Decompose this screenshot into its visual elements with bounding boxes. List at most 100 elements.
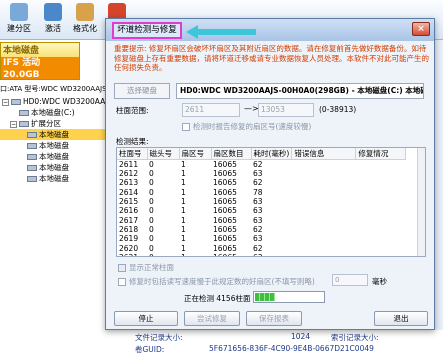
disk-graphic-line3: 20.0GB (3, 70, 40, 80)
table-cell: 0 (149, 234, 154, 244)
table-cell: 1 (181, 206, 186, 216)
results-table-container[interactable]: 柱面号 磁头号 扇区号 扇区数目 耗时(毫秒) 错误信息 修复情况 2611 0 1 16065 6… (116, 147, 426, 257)
select-disk-button[interactable]: 选择硬盘 (114, 83, 170, 99)
table-row[interactable]: 2615 0 1 16065 63 (117, 197, 406, 206)
stop-button[interactable]: 停止 (114, 311, 178, 326)
results-scrollbar[interactable] (417, 148, 425, 256)
disk-icon (27, 176, 37, 182)
table-cell: 1 (181, 197, 186, 207)
scan-status-text: 正在检测 4156柱面 (184, 294, 251, 303)
table-cell: 63 (253, 169, 263, 179)
table-cell: 2615 (119, 197, 139, 207)
table-cell: 0 (149, 206, 154, 216)
table-cell: 1 (181, 169, 186, 179)
column-header[interactable]: 磁头号 (147, 148, 180, 160)
tree-item[interactable]: − 扩展分区 (0, 118, 113, 129)
disk-partition-graphic[interactable]: 本地磁盘 IFS 活动 20.0GB (0, 42, 80, 80)
table-cell: 16065 (213, 234, 237, 244)
table-row[interactable]: 2612 0 1 16065 63 (117, 169, 406, 178)
toolbar-format-button[interactable]: 格式化 (68, 2, 102, 38)
expander-icon[interactable]: − (2, 98, 9, 106)
tree-item-label: 本地磁盘 (39, 152, 69, 161)
warning-notice: 重要提示: 修复坏扇区会破坏坏扇区及其附近扇区的数据。请在修复前首先做好数据备份… (114, 44, 429, 72)
toolbar-activate-button[interactable]: 激活 (36, 2, 70, 38)
exit-button[interactable]: 退出 (374, 311, 428, 326)
table-row[interactable]: 2619 0 1 16065 63 (117, 234, 406, 243)
milliseconds-input[interactable]: 0 (332, 274, 368, 286)
tree-item-label: 本地磁盘 (39, 174, 69, 183)
disk-icon (19, 121, 29, 127)
table-cell (292, 234, 356, 243)
table-row[interactable]: 2614 0 1 16065 78 (117, 188, 406, 197)
table-cell: 0 (149, 224, 154, 234)
try-repair-button[interactable]: 尝试修复 (184, 311, 240, 326)
table-cell: 16065 (213, 169, 237, 179)
report-repaired-sectors-checkbox[interactable]: 检测时报告修复的扇区号(速度较慢) (182, 121, 311, 132)
disk-graphic-line2: IFS 活动 (3, 58, 41, 68)
toolbar-label: 格式化 (73, 24, 97, 33)
table-cell: 0 (149, 187, 154, 197)
column-header[interactable]: 修复情况 (355, 148, 407, 160)
disk-field: HD0:WDC WD3200AAJS-00H0A0(298GB) - 本地磁盘(… (176, 83, 424, 99)
expander-icon[interactable]: − (10, 120, 17, 128)
results-label: 检测结果: (116, 137, 149, 146)
table-row[interactable]: 2617 0 1 16065 63 (117, 215, 406, 225)
table-cell: 1 (181, 243, 186, 253)
index-record-size-label: 索引记录大小: (331, 333, 379, 342)
tree-item[interactable]: 本地磁盘 (0, 129, 113, 140)
tree-item[interactable]: 本地磁盘 (0, 162, 113, 173)
table-cell: 0 (149, 160, 154, 169)
slow-sector-repair-checkbox[interactable]: 修复时包括读写速度慢于此规定数的好扇区(不填写则略) (118, 276, 315, 287)
cylinder-range-label: 柱面范围: (116, 106, 149, 115)
table-row[interactable]: 2616 0 1 16065 63 (117, 206, 406, 215)
show-normal-cylinders-checkbox[interactable]: 显示正常柱面 (118, 262, 174, 273)
table-row[interactable]: 2620 0 1 16065 62 (117, 243, 406, 253)
table-cell: 2620 (119, 243, 139, 253)
table-row[interactable]: 2613 0 1 16065 62 (117, 178, 406, 187)
column-header[interactable]: 错误信息 (291, 148, 357, 160)
cylinder-total-range: (0-38913) (319, 105, 357, 114)
table-cell: 78 (253, 187, 263, 197)
column-header[interactable]: 耗时(毫秒) (251, 148, 293, 160)
column-header[interactable]: 扇区数目 (211, 148, 252, 160)
table-row[interactable]: 2621011606563 (117, 253, 406, 256)
table-cell: 16065 (213, 215, 237, 225)
tree-item-label: 本地磁盘 (39, 163, 69, 172)
table-cell: 1 (181, 234, 186, 244)
table-row[interactable]: 2611 0 1 16065 62 (117, 160, 406, 170)
table-cell (356, 197, 406, 206)
disk-icon (19, 110, 29, 116)
table-cell: 62 (253, 178, 263, 188)
format-icon (76, 3, 94, 21)
tree-item[interactable]: − HD0:WDC WD3200AAJS-00H (0, 96, 130, 107)
toolbar-new-partition-button[interactable]: 建分区 (2, 2, 36, 38)
column-header[interactable]: 柱面号 (117, 148, 148, 160)
table-cell (292, 197, 356, 206)
tree-item[interactable]: 本地磁盘 (0, 151, 113, 162)
cylinder-to-input[interactable]: 13053 (258, 103, 314, 117)
table-cell (356, 253, 406, 256)
table-cell: 16065 (213, 224, 237, 234)
tree-item[interactable]: 本地磁盘(C:) (0, 107, 113, 118)
close-icon[interactable]: × (412, 22, 430, 36)
table-cell: 0 (149, 169, 154, 179)
table-cell (292, 206, 356, 215)
tree-item[interactable]: 本地磁盘 (0, 173, 113, 184)
table-cell (292, 253, 356, 256)
table-cell: 1 (181, 187, 186, 197)
volume-guid-label: 卷GUID: (135, 345, 165, 354)
table-cell: 1 (181, 160, 186, 169)
milliseconds-label: 毫秒 (372, 277, 387, 286)
arrow-left-icon (186, 25, 256, 39)
volume-guid-value: 5F671656-836F-4C90-9E4B-0667D21C0049 (209, 344, 374, 353)
cylinder-from-input[interactable]: 2611 (182, 103, 240, 117)
table-row[interactable]: 2618 0 1 16065 62 (117, 225, 406, 234)
table-cell: 16065 (213, 160, 237, 169)
table-cell: 1 (181, 178, 186, 188)
tree-item[interactable]: 本地磁盘 (0, 140, 113, 151)
table-cell: 62 (253, 224, 263, 234)
column-header[interactable]: 扇区号 (179, 148, 212, 160)
dialog-titlebar[interactable]: 坏道检测与修复 × (106, 19, 434, 41)
disk-icon (27, 143, 37, 149)
save-report-button[interactable]: 保存报表 (246, 311, 302, 326)
